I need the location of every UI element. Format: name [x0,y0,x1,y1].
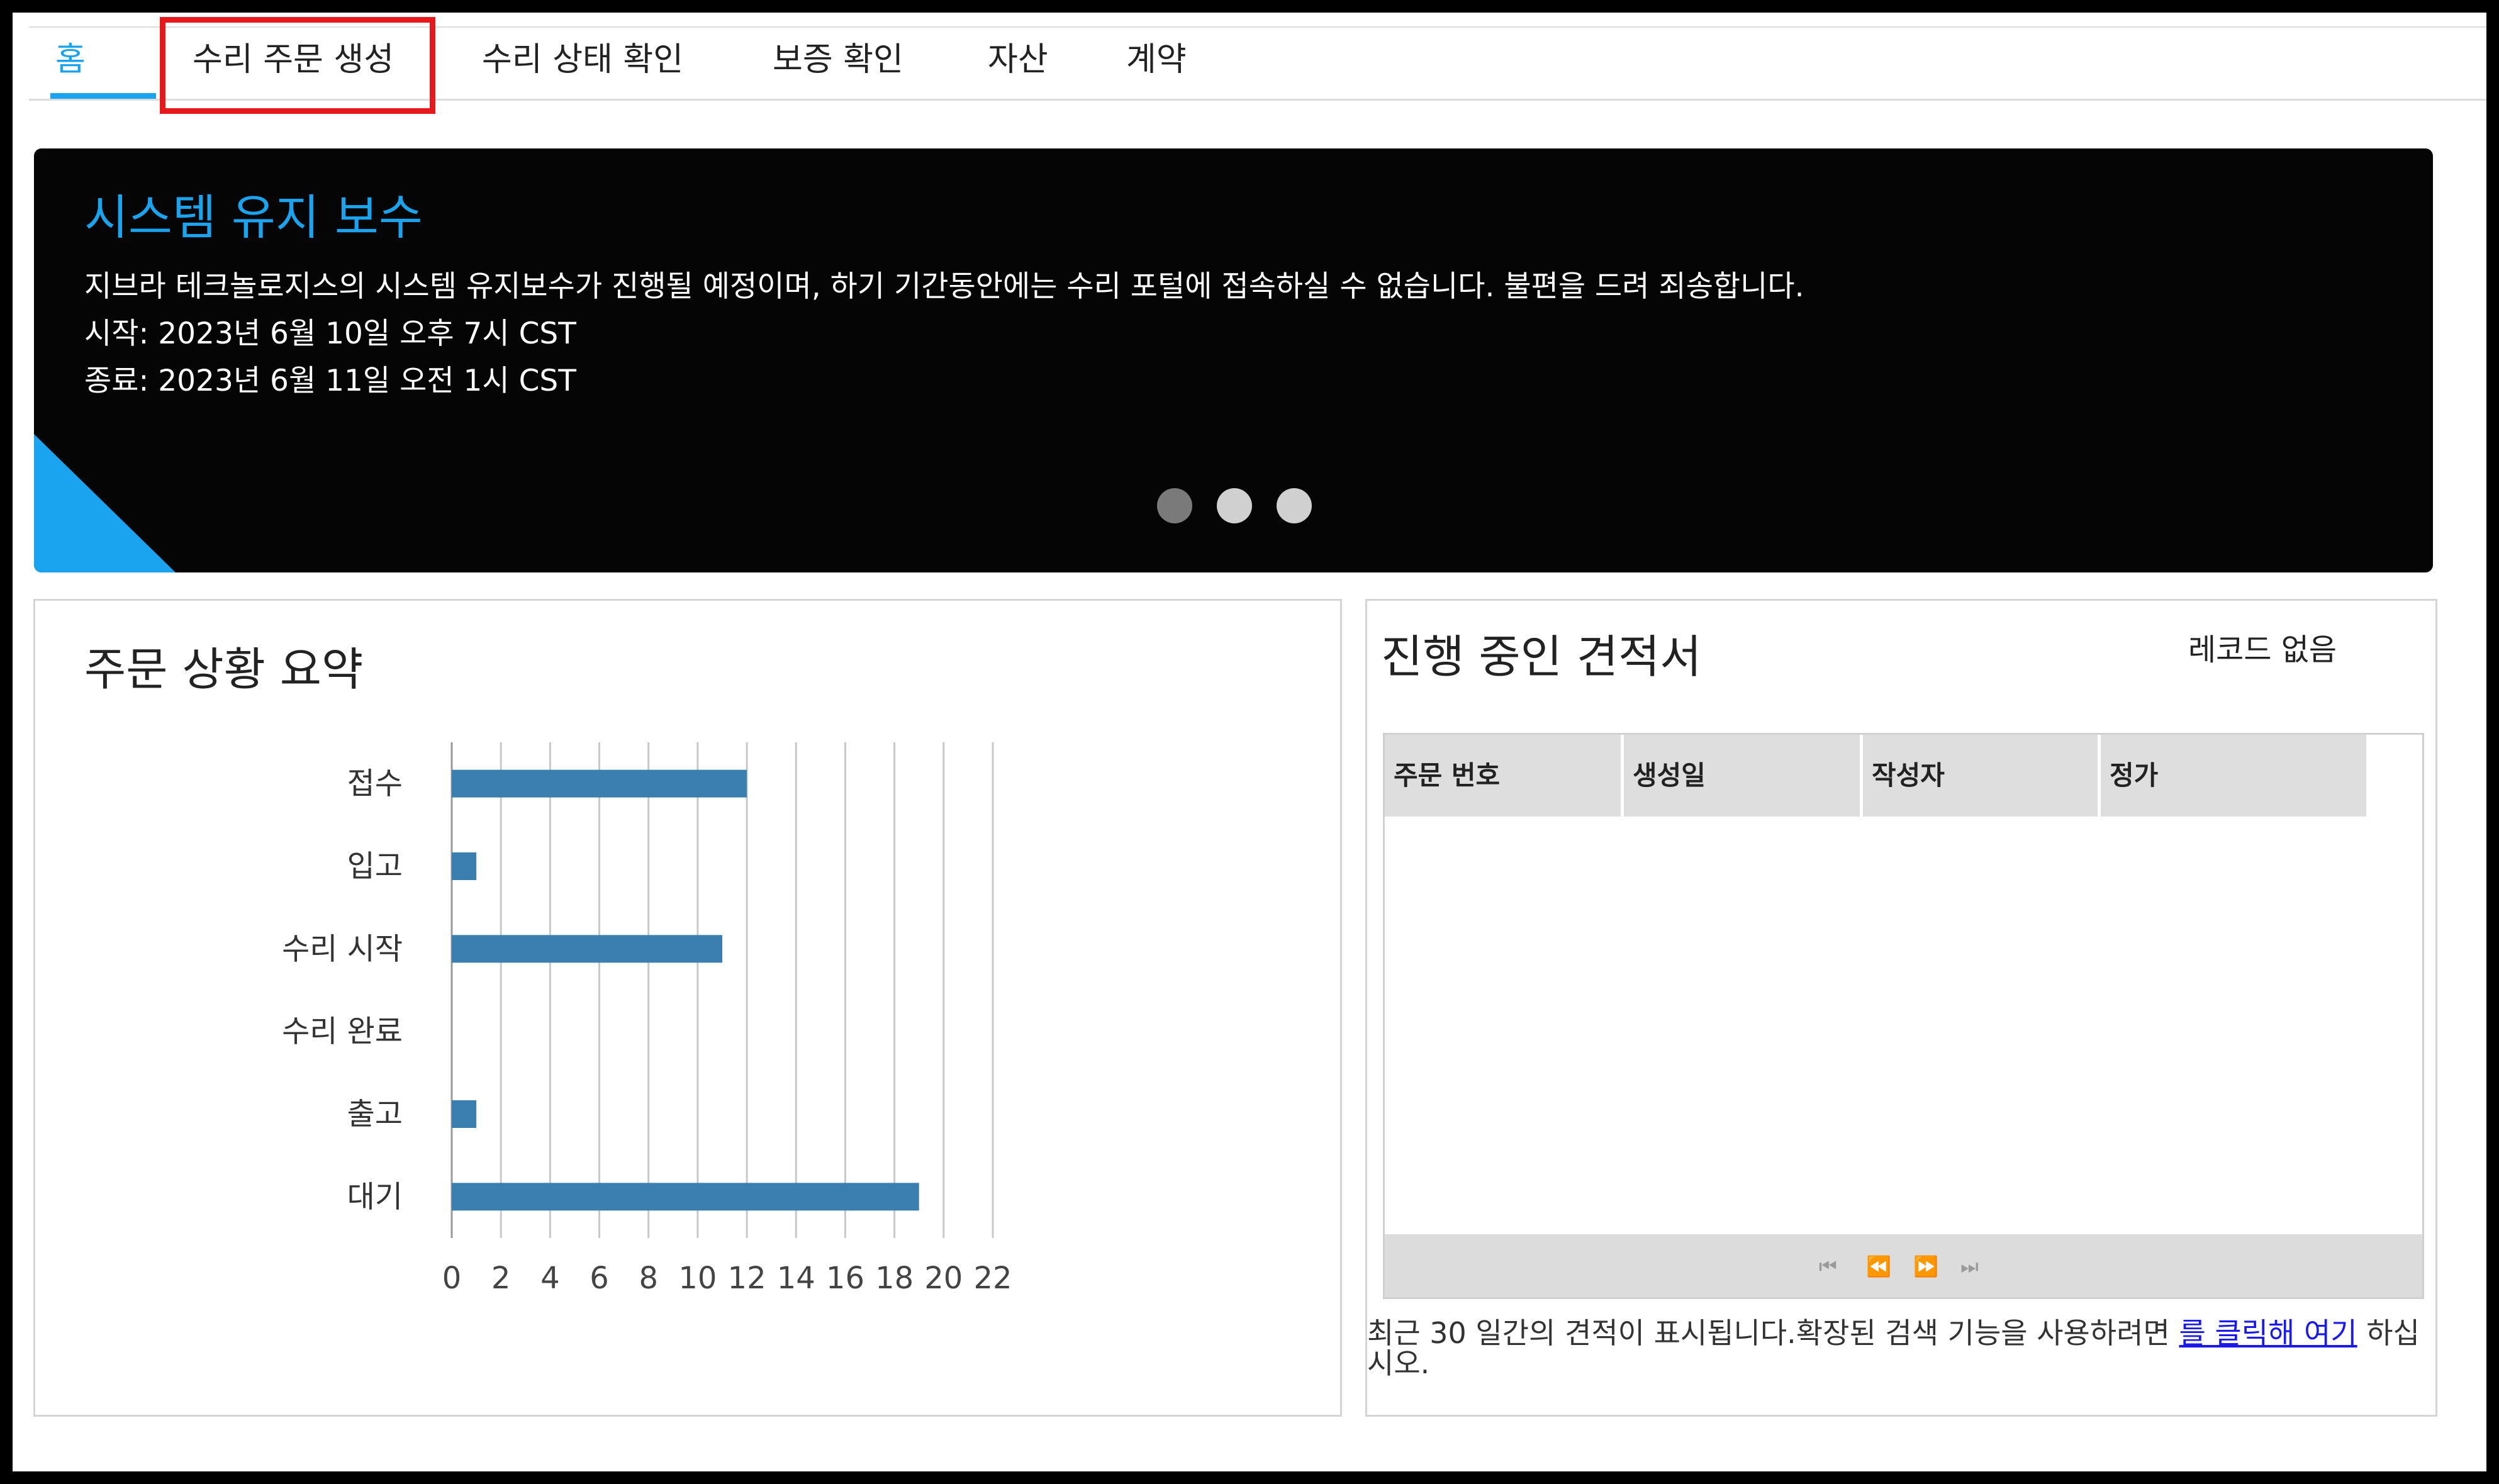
chart-bar [452,769,747,798]
order-summary-panel: 주문 상황 요약 0 2 4 6 8 10 12 14 16 18 20 22 접수 입고 수리 시작 수리 … [33,599,1342,1417]
col-header-order-number[interactable]: 주문 번호 [1385,735,1624,817]
chart-tick-label: 10 [678,1261,717,1296]
tab-highlight-box [160,17,435,114]
chart-bar [452,935,722,963]
app-frame: 홈 수리 주문 생성 수리 상태 확인 보증 확인 자산 계약 시스템 유지 보… [13,13,2486,1471]
maintenance-banner: 시스템 유지 보수 지브라 테크놀로지스의 시스템 유지보수가 진행될 예정이며… [34,148,2433,572]
tab-contracts[interactable]: 계약 [1126,38,1187,82]
no-records-text: 레코드 없음 [2188,632,2337,667]
chart-category-label: 수리 완료 [282,1014,403,1049]
footer-note-text: 최근 30 일간의 견적이 표시됩니다.확장된 검색 기능을 사용하려면 [1367,1316,2179,1350]
chart-tick-label: 0 [442,1261,462,1296]
chart-tick-label: 20 [924,1261,963,1296]
quotes-footer-note: 최근 30 일간의 견적이 표시됩니다.확장된 검색 기능을 사용하려면 를 클… [1367,1318,2437,1378]
banner-corner-accent [34,434,176,572]
chart-category-label: 수리 시작 [282,931,403,966]
chart-category-label: 입고 [347,849,403,884]
advanced-search-link[interactable]: 를 클릭해 여기 [2179,1316,2357,1350]
active-tab-indicator [50,93,156,99]
quotes-title: 진행 중인 견적서 [1381,630,1702,683]
carousel-dot-1[interactable] [1157,488,1192,523]
chart-bar [452,852,477,880]
chart-tick-label: 18 [875,1261,914,1296]
col-header-created-date[interactable]: 생성일 [1624,735,1863,817]
table-pager: ⏮ ⏪ ⏩ ⏭ [1385,1234,2422,1297]
chart-tick-label: 22 [973,1261,1012,1296]
chart-category-label: 접수 [347,766,403,801]
pager-first-icon[interactable]: ⏮ [1819,1254,1837,1279]
chart-bar [452,1183,919,1211]
pager-last-icon[interactable]: ⏭ [1960,1254,1979,1279]
banner-end-time: 종료: 2023년 6월 11일 오전 1시 CST [84,364,576,398]
tab-warranty-check[interactable]: 보증 확인 [773,38,903,82]
col-header-list-price[interactable]: 정가 [2101,735,2369,817]
carousel-dot-2[interactable] [1217,488,1252,523]
tab-home[interactable]: 홈 [55,38,86,82]
quotes-table: 주문 번호 생성일 작성자 정가 ⏮ ⏪ ⏩ ⏭ [1383,733,2424,1299]
col-header-author[interactable]: 작성자 [1863,735,2101,817]
chart-tick-label: 4 [540,1261,560,1296]
chart-tick-label: 14 [777,1261,815,1296]
chart-tick-label: 8 [639,1261,658,1296]
chart-bar [452,1100,477,1128]
chart-tick-label: 12 [728,1261,766,1296]
chart-tick-label: 2 [491,1261,511,1296]
carousel-dot-3[interactable] [1277,488,1312,523]
pager-prev-icon[interactable]: ⏪ [1866,1254,1891,1278]
banner-start-time: 시작: 2023년 6월 10일 오후 7시 CST [84,316,576,351]
chart-category-label: 출고 [347,1096,403,1132]
banner-message: 지브라 테크놀로지스의 시스템 유지보수가 진행될 예정이며, 하기 기간동안에… [84,269,1804,304]
tab-assets[interactable]: 자산 [988,38,1048,82]
pager-next-icon[interactable]: ⏩ [1913,1254,1938,1278]
tab-repair-status[interactable]: 수리 상태 확인 [482,38,683,82]
order-summary-chart: 0 2 4 6 8 10 12 14 16 18 20 22 접수입고수리 시작수리 완료출고대기 [282,742,1012,1296]
table-header: 주문 번호 생성일 작성자 정가 [1385,735,2369,817]
chart-category-label: 대기 [347,1179,403,1214]
quotes-panel: 진행 중인 견적서 레코드 없음 주문 번호 생성일 작성자 정가 ⏮ ⏪ ⏩ … [1365,599,2437,1417]
tab-bar: 홈 수리 주문 생성 수리 상태 확인 보증 확인 자산 계약 [13,13,2486,114]
chart-tick-label: 16 [826,1261,864,1296]
chart-tick-label: 6 [590,1261,609,1296]
banner-title: 시스템 유지 보수 [84,189,423,245]
